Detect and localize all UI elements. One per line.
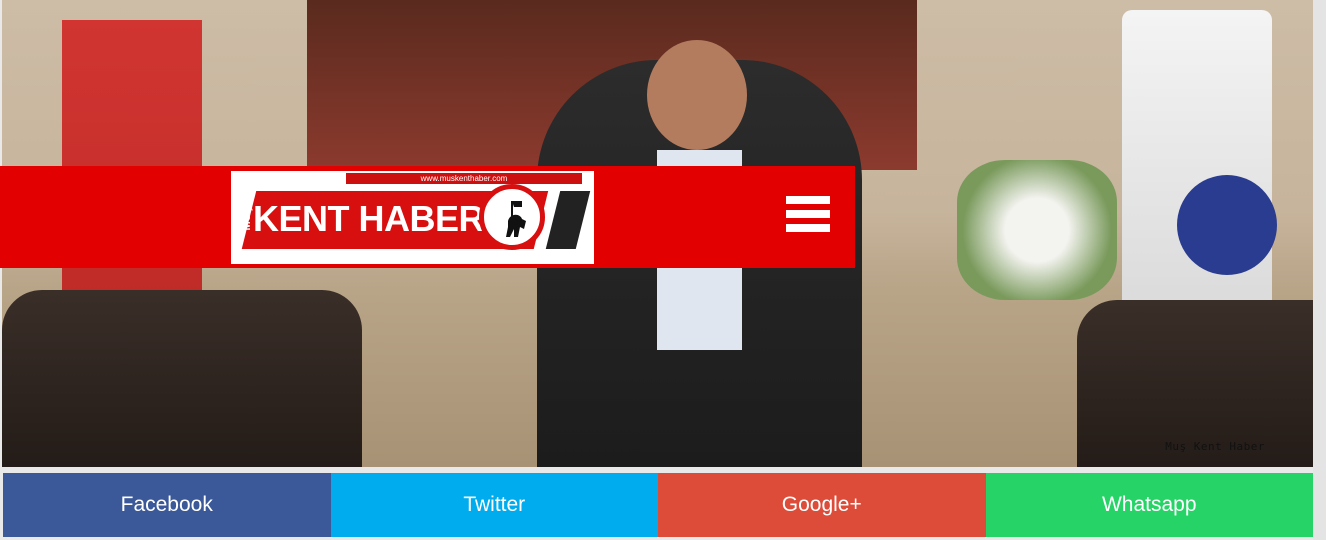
site-header: www.muskenthaber.com MUŞ KENT HABER <box>0 166 855 268</box>
share-twitter-button[interactable]: Twitter <box>330 473 658 537</box>
photo-flowers <box>957 160 1117 300</box>
logo-horseman-emblem <box>479 184 545 250</box>
photo-watermark: Muş Kent Haber <box>1165 440 1265 453</box>
horseman-icon <box>506 201 526 237</box>
photo-left-chair <box>2 290 362 467</box>
photo-right-flag <box>1122 10 1272 340</box>
menu-toggle-button[interactable] <box>786 196 830 238</box>
logo-mus-text: MUŞ <box>241 206 253 231</box>
photo-face <box>647 40 747 150</box>
share-whatsapp-button[interactable]: Whatsapp <box>985 473 1313 537</box>
photo-right-emblem <box>1177 175 1277 275</box>
site-logo[interactable]: www.muskenthaber.com MUŞ KENT HABER <box>231 171 594 264</box>
page-scrollbar[interactable] <box>1313 0 1326 540</box>
share-bar: Facebook Twitter Google+ Whatsapp <box>3 473 1313 537</box>
logo-url-text: www.muskenthaber.com <box>346 173 582 184</box>
logo-brand-text: KENT HABER <box>253 198 485 239</box>
logo-black-bar <box>545 191 591 249</box>
hamburger-menu-icon <box>786 196 830 204</box>
share-googleplus-button[interactable]: Google+ <box>658 473 986 537</box>
share-facebook-button[interactable]: Facebook <box>3 473 331 537</box>
